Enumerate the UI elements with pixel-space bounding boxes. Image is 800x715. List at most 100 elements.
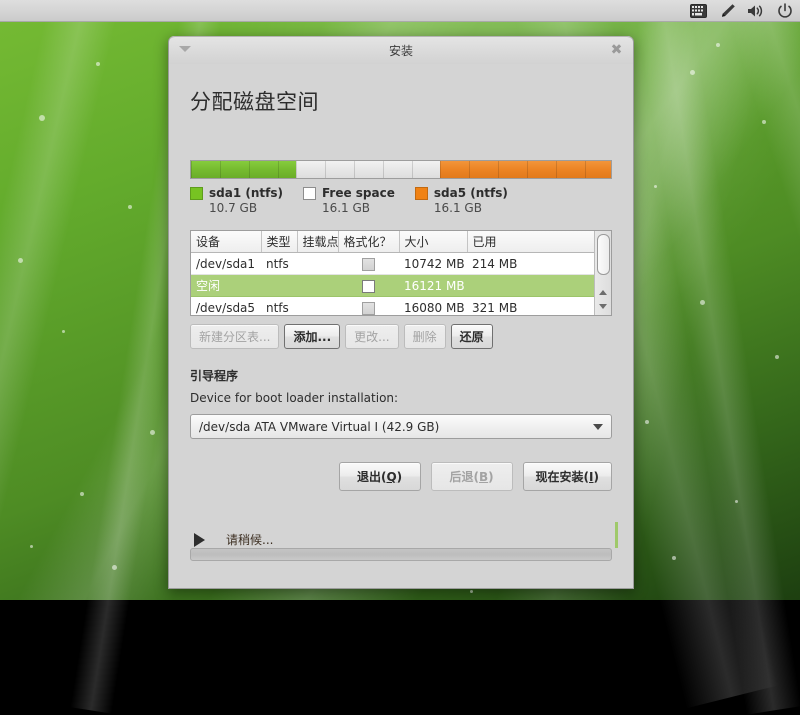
background-speck xyxy=(62,330,65,333)
background-speck xyxy=(716,43,720,47)
background-speck xyxy=(735,500,738,503)
legend-item-free: Free space 16.1 GB xyxy=(302,186,395,215)
column-header-size[interactable]: 大小 xyxy=(399,231,468,253)
back-button-mnemonic: B xyxy=(478,470,489,484)
chevron-down-icon xyxy=(593,423,603,430)
window-title: 安装 xyxy=(388,44,413,58)
boot-device-selected-value: /dev/sda ATA VMware Virtual I (42.9 GB) xyxy=(199,419,440,434)
column-header-format[interactable]: 格式化？ xyxy=(338,231,400,253)
install-now-label-pre: 现在安装( xyxy=(535,470,590,484)
install-now-label-post: ) xyxy=(593,470,599,484)
background-speck xyxy=(775,355,779,359)
cell-mount xyxy=(297,296,338,315)
wizard-navigation: 退出(Q) 后退(B) 现在安装(I) xyxy=(190,462,612,491)
cell-size: 16121 MB xyxy=(399,274,467,297)
cell-used xyxy=(467,274,594,297)
cell-device: 空闲 xyxy=(191,274,261,297)
partition-table: 设备 类型 挂载点 格式化？ 大小 已用 /dev/sda1 ntfs 1074… xyxy=(190,230,612,316)
background-speck xyxy=(80,492,84,496)
cell-mount xyxy=(297,252,338,275)
window-menu-arrow-icon[interactable] xyxy=(179,46,191,52)
cell-type: ntfs xyxy=(261,252,297,275)
column-header-device[interactable]: 设备 xyxy=(191,231,262,253)
legend-size: 16.1 GB xyxy=(433,201,482,215)
format-checkbox[interactable] xyxy=(362,301,375,315)
background-speck xyxy=(672,556,676,560)
revert-button[interactable]: 还原 xyxy=(450,324,493,349)
partition-action-buttons: 新建分区表... 添加... 更改... 删除 还原 xyxy=(190,324,612,349)
format-checkbox[interactable] xyxy=(362,257,375,271)
install-now-button[interactable]: 现在安装(I) xyxy=(522,462,612,491)
cell-format[interactable] xyxy=(338,252,399,275)
scroll-up-arrow-icon[interactable] xyxy=(599,290,607,295)
window-body: 分配磁盘空间 sda1 (ntfs) 10.7 GB Free space 16… xyxy=(169,64,633,588)
boot-loader-heading: 引导程序 xyxy=(190,369,239,383)
boot-loader-sublabel: Device for boot loader installation: xyxy=(190,391,399,405)
cell-type: ntfs xyxy=(261,296,297,315)
close-icon[interactable]: ✖ xyxy=(609,43,624,58)
cell-size: 10742 MB xyxy=(399,252,467,275)
top-system-panel xyxy=(0,0,800,22)
cell-mount xyxy=(297,274,338,297)
boot-device-select[interactable]: /dev/sda ATA VMware Virtual I (42.9 GB) xyxy=(190,414,612,439)
quit-button[interactable]: 退出(Q) xyxy=(338,462,421,491)
accessibility-pen-icon[interactable] xyxy=(718,2,736,20)
add-partition-button[interactable]: 添加... xyxy=(284,324,341,349)
partition-table-viewport: 设备 类型 挂载点 格式化？ 大小 已用 /dev/sda1 ntfs 1074… xyxy=(191,231,594,315)
background-speck xyxy=(470,590,473,593)
background-speck xyxy=(18,258,23,263)
page-title: 分配磁盘空间 xyxy=(190,90,319,114)
scrollbar-thumb[interactable] xyxy=(597,234,610,275)
change-partition-button[interactable]: 更改... xyxy=(345,324,399,349)
background-speck xyxy=(30,545,33,548)
legend-label: Free space xyxy=(321,186,395,200)
keyboard-indicator-icon[interactable] xyxy=(689,2,707,20)
power-icon[interactable] xyxy=(776,2,794,20)
table-scrollbar[interactable] xyxy=(594,231,611,315)
partition-legend: sda1 (ntfs) 10.7 GB Free space 16.1 GB s… xyxy=(190,186,612,215)
legend-item-sda5: sda5 (ntfs) 16.1 GB xyxy=(414,186,508,215)
legend-size: 16.1 GB xyxy=(321,201,371,215)
background-speck xyxy=(654,185,657,188)
background-speck xyxy=(762,120,766,124)
background-speck xyxy=(700,300,705,305)
delete-partition-button[interactable]: 删除 xyxy=(403,324,446,349)
window-titlebar: 安装 ✖ xyxy=(169,36,633,64)
volume-icon[interactable] xyxy=(747,2,765,20)
scroll-down-arrow-icon[interactable] xyxy=(599,304,607,309)
legend-item-sda1: sda1 (ntfs) 10.7 GB xyxy=(190,186,283,215)
legend-size: 10.7 GB xyxy=(209,201,258,215)
installer-window: 安装 ✖ 分配磁盘空间 sda1 (ntfs) 10.7 GB Free spa… xyxy=(168,36,634,589)
back-button[interactable]: 后退(B) xyxy=(430,462,513,491)
partition-segment-sda5[interactable] xyxy=(439,161,611,178)
table-row[interactable]: /dev/sda5 ntfs 16080 MB 321 MB xyxy=(191,296,594,315)
legend-swatch-icon xyxy=(190,186,203,200)
quit-button-label-pre: 退出( xyxy=(356,470,387,484)
partition-segment-sda1[interactable] xyxy=(191,161,296,178)
table-row[interactable]: /dev/sda1 ntfs 10742 MB 214 MB xyxy=(191,252,594,275)
new-partition-table-button[interactable]: 新建分区表... xyxy=(190,324,280,349)
table-row[interactable]: 空闲 16121 MB xyxy=(191,274,594,297)
system-tray xyxy=(689,0,794,21)
expander-triangle-icon[interactable] xyxy=(194,532,205,547)
background-speck xyxy=(150,430,155,435)
cell-format[interactable] xyxy=(338,274,399,297)
column-header-used[interactable]: 已用 xyxy=(467,231,594,253)
column-header-type[interactable]: 类型 xyxy=(261,231,298,253)
progress-accent-marker xyxy=(615,522,618,548)
cell-device: /dev/sda5 xyxy=(191,296,261,315)
cell-size: 16080 MB xyxy=(399,296,467,315)
status-text: 请稍候... xyxy=(226,533,274,547)
partition-segment-free[interactable] xyxy=(296,161,440,178)
cell-format[interactable] xyxy=(338,296,399,315)
quit-button-mnemonic: Q xyxy=(386,470,397,484)
column-header-mount[interactable]: 挂载点 xyxy=(297,231,339,253)
cell-used: 321 MB xyxy=(467,296,594,315)
cell-used: 214 MB xyxy=(467,252,594,275)
status-row: 请稍候... xyxy=(190,522,618,548)
back-button-label-pre: 后退( xyxy=(449,470,479,484)
background-speck xyxy=(112,565,117,570)
format-checkbox[interactable] xyxy=(362,279,375,293)
back-button-label-post: ) xyxy=(488,470,494,484)
background-speck xyxy=(645,420,649,424)
